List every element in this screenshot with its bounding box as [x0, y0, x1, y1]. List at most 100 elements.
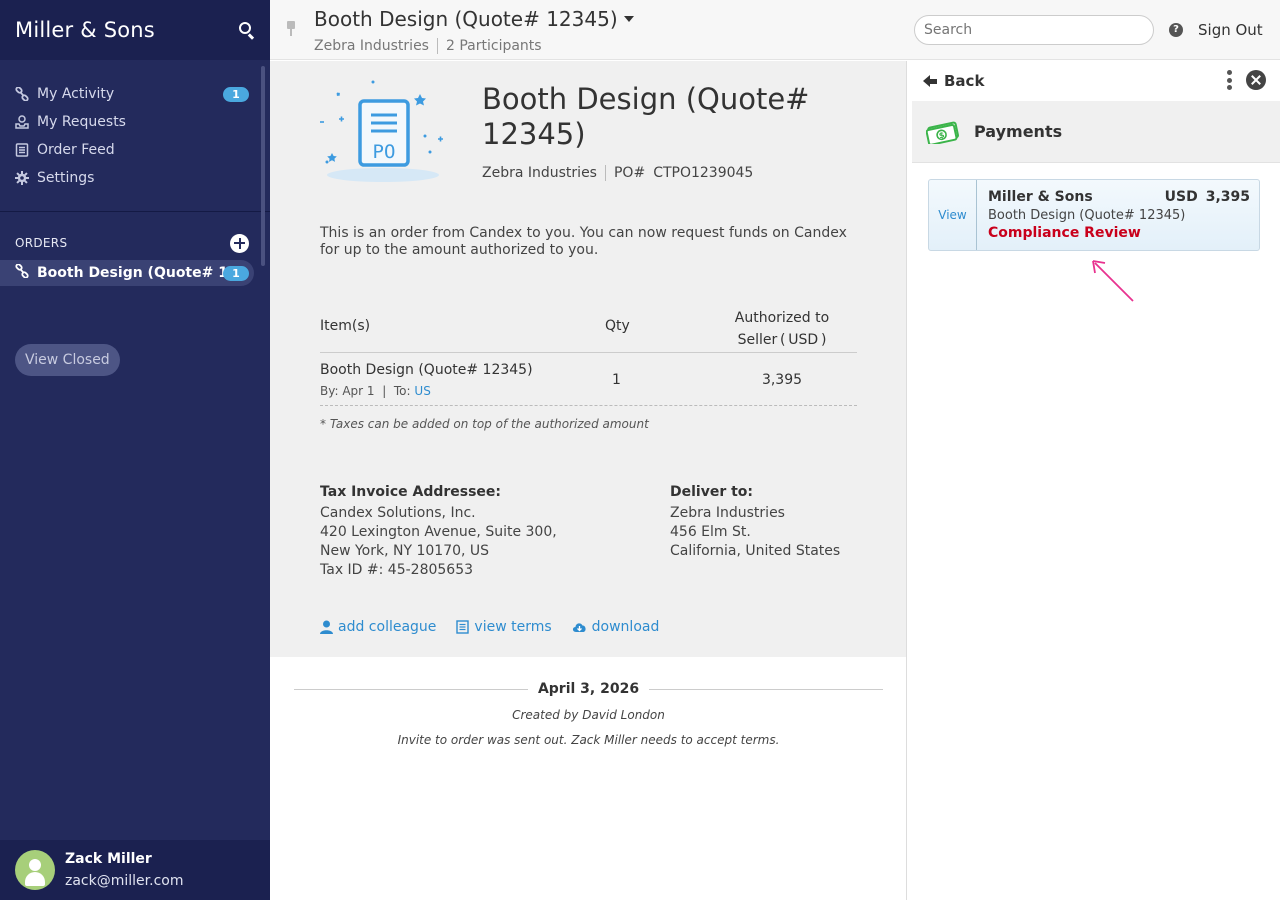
timeline-note: Invite to order was sent out. Zack Mille…	[397, 733, 780, 747]
payment-amount-value: 3,395	[1205, 189, 1250, 205]
to-location-link[interactable]: US	[414, 384, 430, 398]
document-icon	[456, 620, 470, 634]
purchase-order-illustration: PO	[320, 80, 443, 182]
address-line: Tax ID #: 45-2805653	[320, 562, 474, 578]
order-subtitle: Zebra Industries 2 Participants	[314, 38, 542, 54]
participants-link[interactable]: 2 Participants	[446, 38, 542, 54]
add-order-button[interactable]	[230, 233, 249, 253]
separator	[604, 165, 606, 181]
activity-count-badge: 1	[223, 87, 249, 102]
tax-invoice-heading: Tax Invoice Addressee:	[320, 484, 502, 500]
column-header-items: Item(s)	[320, 318, 371, 334]
view-terms-link[interactable]: view terms	[456, 619, 552, 635]
help-icon[interactable]: ?	[1169, 23, 1183, 37]
po-company: Zebra Industries	[482, 165, 597, 181]
column-header-authorized-line2: Seller ( USD )	[737, 332, 827, 348]
item-qty: 1	[612, 372, 621, 388]
sidebar-item-label: Order Feed	[37, 142, 115, 158]
sidebar: Miller & Sons My Activity 1 My Requests …	[0, 0, 270, 900]
tax-note: * Taxes can be added on top of the autho…	[320, 417, 649, 431]
payment-details: Miller & Sons USD 3,395 Booth Design (Quo…	[977, 180, 1259, 250]
deliver-to-address: Deliver to: Zebra Industries 456 Elm St.…	[670, 483, 840, 561]
link-icon	[15, 87, 29, 101]
add-colleague-link[interactable]: add colleague	[320, 619, 436, 635]
address-line: California, United States	[670, 543, 841, 559]
payment-card[interactable]: View Miller & Sons USD 3,395 Booth Design…	[928, 179, 1260, 251]
user-icon	[320, 620, 333, 634]
orders-heading: ORDERS	[0, 228, 270, 258]
activity-timeline: April 3, 2026 Created by David London In…	[294, 681, 884, 747]
by-label: By:	[320, 384, 339, 398]
column-header-qty: Qty	[605, 318, 630, 334]
search-icon[interactable]	[239, 22, 255, 40]
po-description: This is an order from Candex to you. You…	[320, 225, 847, 258]
payments-panel: Back $ Payments View Miller & Sons USD 3,…	[906, 61, 1280, 900]
panel-header: Back	[907, 61, 1280, 101]
sidebar-header: Miller & Sons	[0, 0, 270, 60]
order-item-label: Booth Design (Quote# 1...	[37, 265, 244, 281]
user-email: zack@miller.com	[65, 873, 184, 889]
view-closed-button[interactable]: View Closed	[15, 344, 120, 376]
sidebar-item-order-feed[interactable]: Order Feed	[0, 136, 270, 164]
annotation-arrow-icon	[1092, 260, 1134, 302]
add-colleague-label: add colleague	[338, 619, 437, 635]
sidebar-item-label: My Requests	[37, 114, 126, 130]
view-payment-button[interactable]: View	[929, 180, 977, 250]
address-line: New York, NY 10170, US	[320, 543, 490, 559]
separator	[436, 38, 438, 54]
po-card: PO Booth Design (Quote# 12345) Zebra Ind…	[270, 61, 906, 657]
table-row: Booth Design (Quote# 12345) By: Apr 1 | …	[320, 353, 857, 406]
gear-icon	[15, 171, 29, 185]
deliver-to-heading: Deliver to:	[670, 484, 754, 500]
sign-out-button[interactable]: Sign Out	[1198, 21, 1263, 39]
sidebar-nav: My Activity 1 My Requests Order Feed Set…	[0, 60, 270, 192]
column-header-authorized: Authorized to Seller ( USD )	[722, 307, 842, 351]
timeline-date-label: April 3, 2026	[537, 681, 640, 697]
cloud-download-icon	[572, 623, 586, 632]
sidebar-item-my-activity[interactable]: My Activity 1	[0, 80, 270, 108]
link-icon	[15, 263, 29, 282]
payment-status: Compliance Review	[988, 225, 1141, 241]
po-number: CTPO1239045	[653, 165, 754, 181]
inbox-icon	[15, 115, 29, 129]
view-terms-label: view terms	[474, 619, 552, 635]
more-options-icon[interactable]	[1227, 70, 1233, 90]
user-name: Zack Miller	[65, 851, 152, 867]
to-label: To:	[393, 384, 411, 398]
money-icon: $	[926, 121, 959, 144]
download-link[interactable]: download	[572, 619, 660, 635]
item-details: By: Apr 1 | To: US	[320, 384, 431, 398]
order-title: Booth Design (Quote# 12345)	[314, 7, 618, 31]
sidebar-item-my-requests[interactable]: My Requests	[0, 108, 270, 136]
payment-amount: USD 3,395	[1165, 189, 1250, 205]
po-meta: Zebra Industries PO# CTPO1239045	[482, 165, 753, 181]
order-title-dropdown[interactable]: Booth Design (Quote# 12345)	[314, 7, 634, 31]
timeline-date: April 3, 2026	[294, 681, 884, 697]
address-line: 456 Elm St.	[670, 524, 751, 540]
item-name: Booth Design (Quote# 12345)	[320, 362, 533, 378]
address-line: Candex Solutions, Inc.	[320, 505, 476, 521]
item-amount: 3,395	[761, 372, 803, 388]
address-line: 420 Lexington Avenue, Suite 300,	[320, 524, 557, 540]
arrow-left-icon	[923, 75, 938, 87]
user-profile[interactable]: Zack Miller zack@miller.com	[0, 840, 270, 900]
items-table-header: Item(s) Qty Authorized to Seller ( USD )	[320, 303, 857, 353]
payment-currency: USD	[1164, 189, 1198, 205]
back-button[interactable]: Back	[923, 72, 984, 90]
download-label: download	[591, 619, 660, 635]
payment-description: Booth Design (Quote# 12345)	[988, 208, 1186, 223]
close-icon[interactable]	[1246, 70, 1266, 90]
pin-icon[interactable]	[286, 21, 296, 37]
app-title: Miller & Sons	[15, 18, 155, 42]
sidebar-order-item[interactable]: Booth Design (Quote# 1... 1	[0, 260, 254, 286]
column-header-authorized-line1: Authorized to	[734, 310, 830, 326]
search-input[interactable]	[914, 15, 1154, 45]
order-count-badge: 1	[223, 266, 249, 281]
po-actions: add colleague view terms download	[320, 619, 679, 635]
list-icon	[15, 143, 29, 157]
po-number-label: PO#	[613, 165, 646, 181]
address-line: Zebra Industries	[670, 505, 785, 521]
avatar	[15, 850, 55, 890]
sidebar-item-settings[interactable]: Settings	[0, 164, 270, 192]
topbar: Booth Design (Quote# 12345) Zebra Indust…	[270, 0, 1280, 60]
